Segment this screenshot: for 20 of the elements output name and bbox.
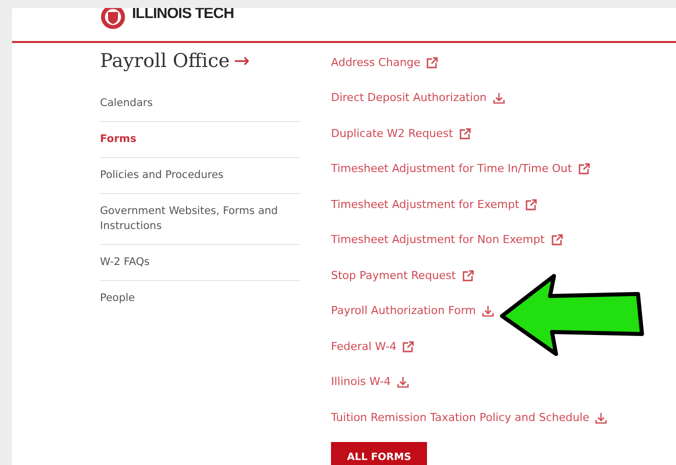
form-link[interactable]: Illinois W-4: [331, 375, 391, 390]
form-link[interactable]: Duplicate W2 Request: [331, 126, 453, 141]
form-link[interactable]: Timesheet Adjustment for Time In/Time Out: [331, 162, 572, 176]
all-forms-button[interactable]: ALL FORMS: [331, 442, 427, 465]
form-link[interactable]: Stop Payment Request: [331, 268, 456, 283]
sidebar-item[interactable]: Forms: [100, 122, 300, 158]
section-title[interactable]: Payroll Office: [100, 50, 230, 72]
form-link[interactable]: Timesheet Adjustment for Exempt: [331, 198, 520, 212]
form-link[interactable]: Tuition Remission Taxation Policy and Schedule: [331, 410, 590, 425]
sidebar-item[interactable]: Policies and Procedures: [100, 158, 300, 194]
sidebar-item[interactable]: Calendars: [100, 86, 300, 122]
form-link[interactable]: Direct Deposit Authorization: [331, 91, 487, 106]
form-link[interactable]: Federal W-4: [331, 340, 396, 354]
form-link[interactable]: Timesheet Adjustment for Non Exempt: [331, 233, 545, 248]
form-link[interactable]: Payroll Authorization Form: [331, 304, 476, 318]
sidebar-item[interactable]: People: [100, 281, 300, 316]
sidebar-item[interactable]: Government Websites, Forms and Instructions: [100, 194, 300, 245]
sidebar-item[interactable]: W-2 FAQs: [100, 245, 300, 281]
arrow-icon[interactable]: →: [234, 50, 250, 72]
form-link[interactable]: Address Change: [331, 56, 420, 70]
